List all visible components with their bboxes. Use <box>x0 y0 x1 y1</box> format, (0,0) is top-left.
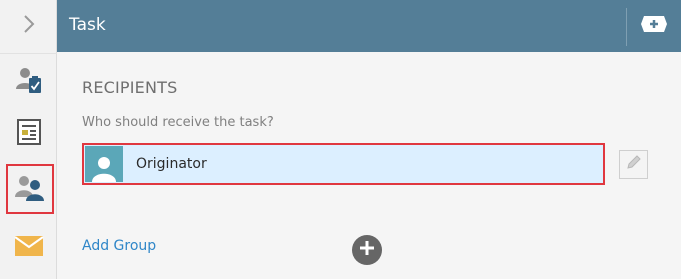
selected-highlight <box>6 164 54 214</box>
edit-recipient-button[interactable] <box>619 150 648 179</box>
task-panel: Task RECIPIENTS Who should receive the t… <box>57 0 681 279</box>
sidebar-collapse-button[interactable] <box>0 0 57 54</box>
recipient-item-originator[interactable]: Originator <box>82 143 605 185</box>
sidebar-item-mail[interactable] <box>0 226 57 270</box>
header-divider <box>626 8 627 46</box>
chevron-right-icon <box>22 14 36 39</box>
mail-icon <box>13 235 44 262</box>
header-add-button[interactable] <box>637 14 671 38</box>
sidebar-item-form[interactable] <box>0 112 57 156</box>
add-recipient-button[interactable] <box>352 235 382 265</box>
recipients-section-title: RECIPIENTS <box>82 78 178 97</box>
add-icon <box>640 15 668 38</box>
user-avatar-icon <box>85 146 123 182</box>
recipient-label: Originator <box>136 156 207 172</box>
panel-header: Task <box>57 0 681 52</box>
user-task-icon <box>14 65 44 100</box>
recipients-question: Who should receive the task? <box>82 115 274 130</box>
left-sidebar <box>0 0 57 279</box>
sidebar-item-task[interactable] <box>0 60 57 104</box>
page-title: Task <box>69 15 106 35</box>
form-icon <box>16 118 42 151</box>
plus-circle-icon <box>358 239 376 262</box>
add-group-link[interactable]: Add Group <box>82 238 156 254</box>
pencil-icon <box>625 153 643 176</box>
sidebar-item-recipients[interactable] <box>0 163 57 215</box>
